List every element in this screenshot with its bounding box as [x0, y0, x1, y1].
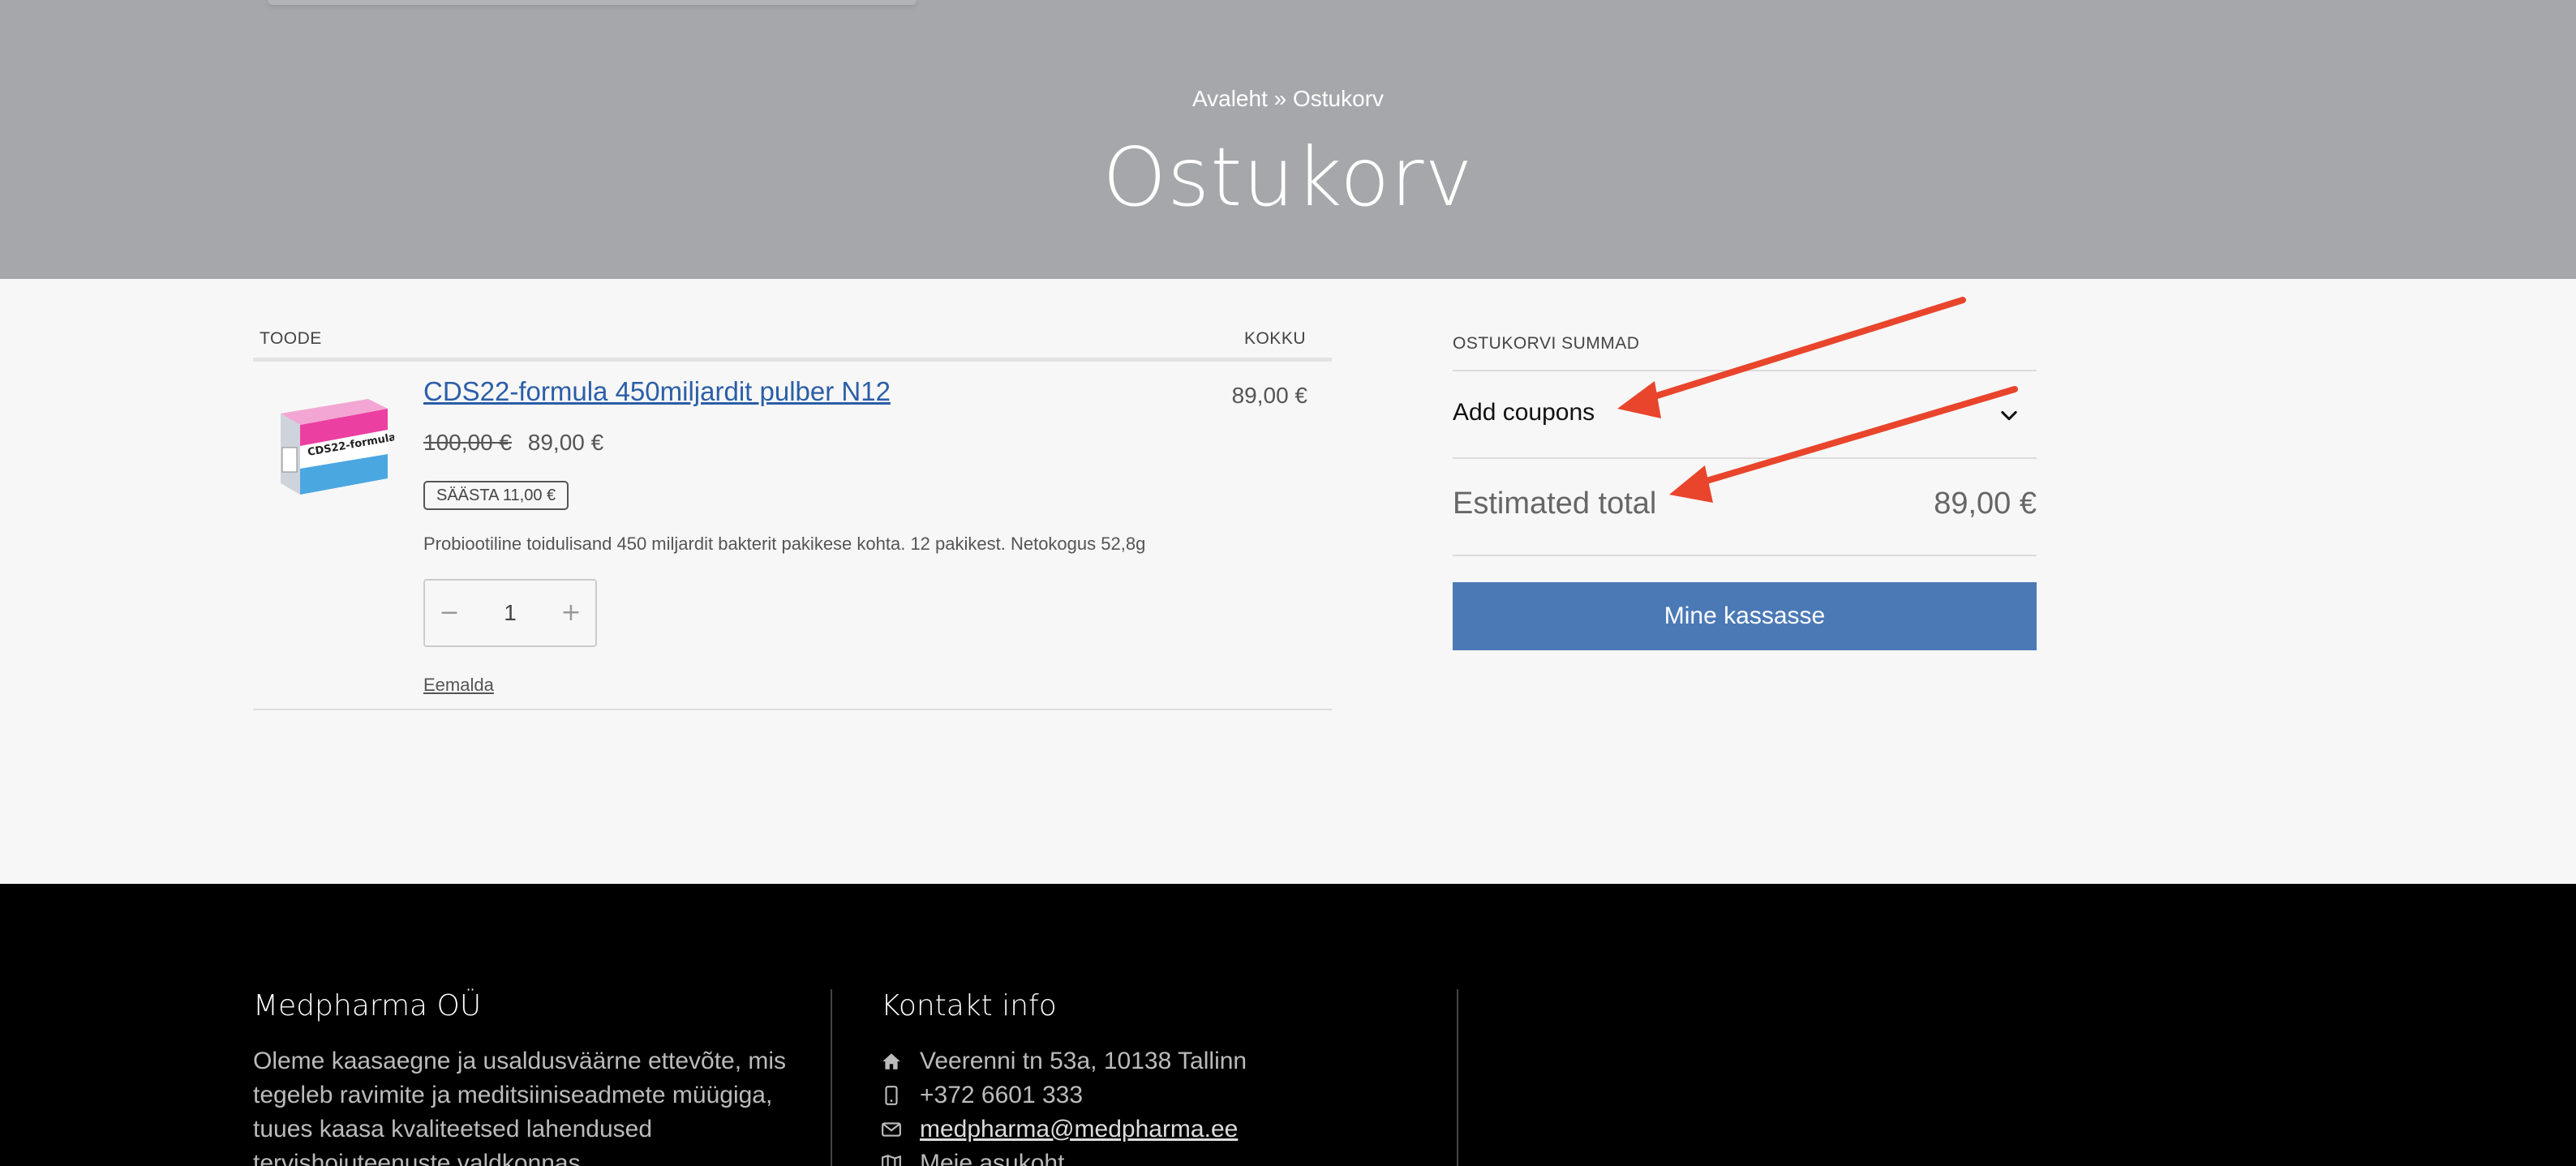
- current-price: 89,00 €: [527, 430, 604, 455]
- estimated-total-label: Estimated total: [1453, 487, 1657, 521]
- arrow-to-total-head: [1669, 465, 1713, 503]
- quantity-decrease-button[interactable]: −: [425, 581, 474, 645]
- old-price: 100,00 €: [423, 430, 512, 455]
- footer-phone-text[interactable]: +372 6601 333: [920, 1078, 1083, 1112]
- page-title: Ostukorv: [1102, 130, 1474, 225]
- checkout-button[interactable]: Mine kassasse: [1453, 582, 2037, 650]
- footer-company-text: Oleme kaasaegne ja usaldusväärne ettevõt…: [253, 1048, 787, 1166]
- quantity-increase-button[interactable]: +: [547, 581, 595, 645]
- footer-contact-title: Kontakt info: [881, 989, 1057, 1022]
- chevron-down-icon[interactable]: [1998, 404, 2020, 427]
- remove-item-link[interactable]: Eemalda: [423, 675, 494, 696]
- quantity-input[interactable]: 1: [474, 581, 547, 645]
- footer-contact-list: Veerenni tn 53a, 10138 Tallinn +372 6601…: [881, 1044, 1247, 1166]
- product-name-link[interactable]: CDS22-formula 450miljardit pulber N12: [423, 376, 891, 407]
- add-coupons-label[interactable]: Add coupons: [1453, 399, 1595, 427]
- breadcrumb-text[interactable]: Avaleht » Ostukorv: [1192, 86, 1384, 112]
- product-thumbnail[interactable]: CDS22-formula: [273, 391, 394, 501]
- cart-totals-title: OSTUKORVI SUMMAD: [1453, 334, 1640, 353]
- product-description: Probiootiline toidulisand 450 miljardit …: [423, 534, 1146, 554]
- add-coupons-toggle[interactable]: Add coupons: [1453, 371, 2037, 457]
- footer: Medpharma OÜ Oleme kaasaegne ja usaldusv…: [0, 884, 2576, 1166]
- estimated-total-value: 89,00 €: [1934, 487, 2037, 521]
- column-header-product: TOODE: [260, 329, 322, 348]
- map-icon: [882, 1155, 901, 1166]
- footer-address-text: Veerenni tn 53a, 10138 Tallinn: [920, 1048, 1247, 1074]
- breadcrumb[interactable]: Avaleht » Ostukorv: [0, 86, 2576, 112]
- footer-phone: +372 6601 333: [881, 1078, 1247, 1112]
- hero-banner: Avaleht » Ostukorv Ostukorv: [0, 0, 2576, 279]
- savings-badge: SÄÄSTA 11,00 €: [423, 481, 569, 510]
- cart-table-header: TOODE KOKKU: [253, 326, 1332, 362]
- column-header-total: KOKKU: [1243, 329, 1306, 348]
- footer-email: medpharma@medpharma.ee: [881, 1112, 1247, 1147]
- quantity-stepper: − 1 +: [423, 579, 597, 647]
- cart-item-row: CDS22-formula CDS22-formula 450miljardit…: [253, 362, 1332, 710]
- product-prices: 100,00 € 89,00 €: [423, 430, 603, 456]
- footer-company-title: Medpharma OÜ: [253, 989, 482, 1022]
- footer-locations: Meie asukoht: [881, 1147, 1247, 1166]
- mobile-phone-icon: [885, 1086, 898, 1105]
- footer-divider: [831, 989, 832, 1166]
- footer-divider: [1457, 989, 1458, 1166]
- footer-email-link[interactable]: medpharma@medpharma.ee: [920, 1112, 1238, 1147]
- footer-address: Veerenni tn 53a, 10138 Tallinn: [881, 1044, 1247, 1078]
- envelope-icon: [882, 1122, 901, 1137]
- line-total: 89,00 €: [1231, 383, 1307, 408]
- divider: [1453, 457, 2037, 459]
- footer-locations-link[interactable]: Meie asukoht: [920, 1147, 1064, 1166]
- divider: [1453, 555, 2037, 556]
- home-icon: [882, 1053, 900, 1070]
- header-shadow: [268, 0, 917, 5]
